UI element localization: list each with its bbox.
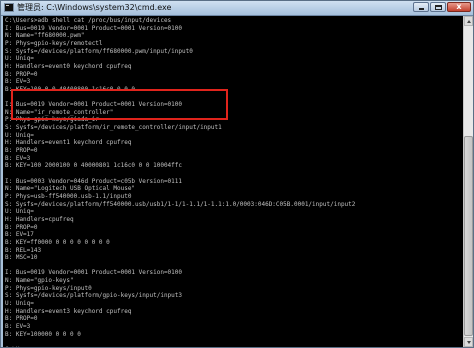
console-line: U: Uniq= <box>5 131 34 139</box>
console-line: C:\Users>adb shell cat /proc/bus/input/d… <box>5 17 172 24</box>
console-line: B: EV=3 <box>5 154 31 162</box>
minimize-button[interactable] <box>413 2 429 12</box>
console-line: S: Sysfs=/devices/platform/gpio-keys/inp… <box>5 292 183 300</box>
console-line: S: Sysfs=/devices/platform/ff540000.usb/… <box>5 200 356 208</box>
console-line: B: EV=3 <box>5 323 31 330</box>
console-line: I: Bus=0019 Vendor=0001 Product=0001 Ver… <box>5 269 183 277</box>
console-line: B: KEY=100 0 0 40400800 1c16c0 0 0 0 <box>5 85 136 93</box>
vertical-scrollbar[interactable] <box>463 16 473 347</box>
console-line: H: Handlers=cpufreq <box>5 215 74 223</box>
window-title: 管理员: C:\Windows\system32\cmd.exe <box>17 3 172 12</box>
console-line: H: Handlers=event3 keychord cpufreq <box>5 307 132 315</box>
console-line: P: Phys=gpio-keys/giada_ir <box>5 116 99 124</box>
console-line: H: Handlers=event1 keychord cpufreq <box>5 139 132 147</box>
console-line: U: Uniq= <box>5 300 34 308</box>
console-line: B: EV=3 <box>5 78 31 86</box>
close-button[interactable]: x <box>447 2 471 12</box>
console-line: B: PROP=0 <box>5 70 38 78</box>
maximize-button[interactable] <box>430 2 446 12</box>
console-line: P: Phys=gpio-keys/input0 <box>5 284 92 292</box>
console-line: B: MSC=10 <box>5 254 38 262</box>
console-line: I: Bus=0019 Vendor=0001 Product=0001 Ver… <box>5 101 183 109</box>
console-line: B: PROP=0 <box>5 315 38 323</box>
console-output[interactable]: C:\Users>adb shell cat /proc/bus/input/d… <box>3 16 463 347</box>
console-line: S: Sysfs=/devices/platform/ff680000.pwm/… <box>5 47 193 55</box>
scroll-up-arrow-icon[interactable] <box>464 16 473 26</box>
scrollbar-thumb[interactable] <box>464 136 473 336</box>
console-line: U: Uniq= <box>5 55 34 63</box>
console-line: I: Bus=0019 Vendor=0001 Product=0001 Ver… <box>5 24 183 32</box>
console-line: B: REL=143 <box>5 246 42 254</box>
console-line: U: Uniq= <box>5 208 34 216</box>
console-line: P: Phys=usb-ff540000.usb-1.1/input0 <box>5 192 132 200</box>
close-icon: x <box>456 2 462 11</box>
console-line: C:\Users> <box>5 346 38 347</box>
minimize-icon <box>419 8 424 10</box>
console-line: B: PROP=0 <box>5 223 38 231</box>
scroll-down-arrow-icon[interactable] <box>464 337 473 347</box>
console-line: N: Name="gpio-keys" <box>5 277 74 285</box>
console-line: B: PROP=0 <box>5 147 38 155</box>
console-line: B: KEY=100 2000100 0 40000801 1c16c0 0 0… <box>5 162 183 170</box>
console-line: S: Sysfs=/devices/platform/ir_remote_con… <box>5 124 222 132</box>
console-line: H: Handlers=event0 keychord cpufreq <box>5 62 132 70</box>
console-icon[interactable] <box>4 3 14 12</box>
console-line: N: Name="Logitech USB Optical Mouse" <box>5 185 136 193</box>
console-line: N: Name="ir_remote_controller" <box>5 108 114 116</box>
window-controls: x <box>412 2 471 13</box>
console-line: B: KEY=ff0000 0 0 0 0 0 0 0 0 <box>5 238 110 246</box>
console-line: B: KEY=100000 0 0 0 0 <box>5 330 81 338</box>
maximize-icon <box>435 5 442 10</box>
console-line: B: EV=17 <box>5 231 34 239</box>
title-bar[interactable]: 管理员: C:\Windows\system32\cmd.exe x <box>1 1 473 16</box>
console-line: N: Name="ff680000.pwm" <box>5 32 85 40</box>
console-line: P: Phys=gpio-keys/remotectl <box>5 39 103 47</box>
console-line: I: Bus=0003 Vendor=046d Product=c05b Ver… <box>5 177 183 185</box>
cmd-window: 管理员: C:\Windows\system32\cmd.exe x C:\Us… <box>0 0 474 348</box>
